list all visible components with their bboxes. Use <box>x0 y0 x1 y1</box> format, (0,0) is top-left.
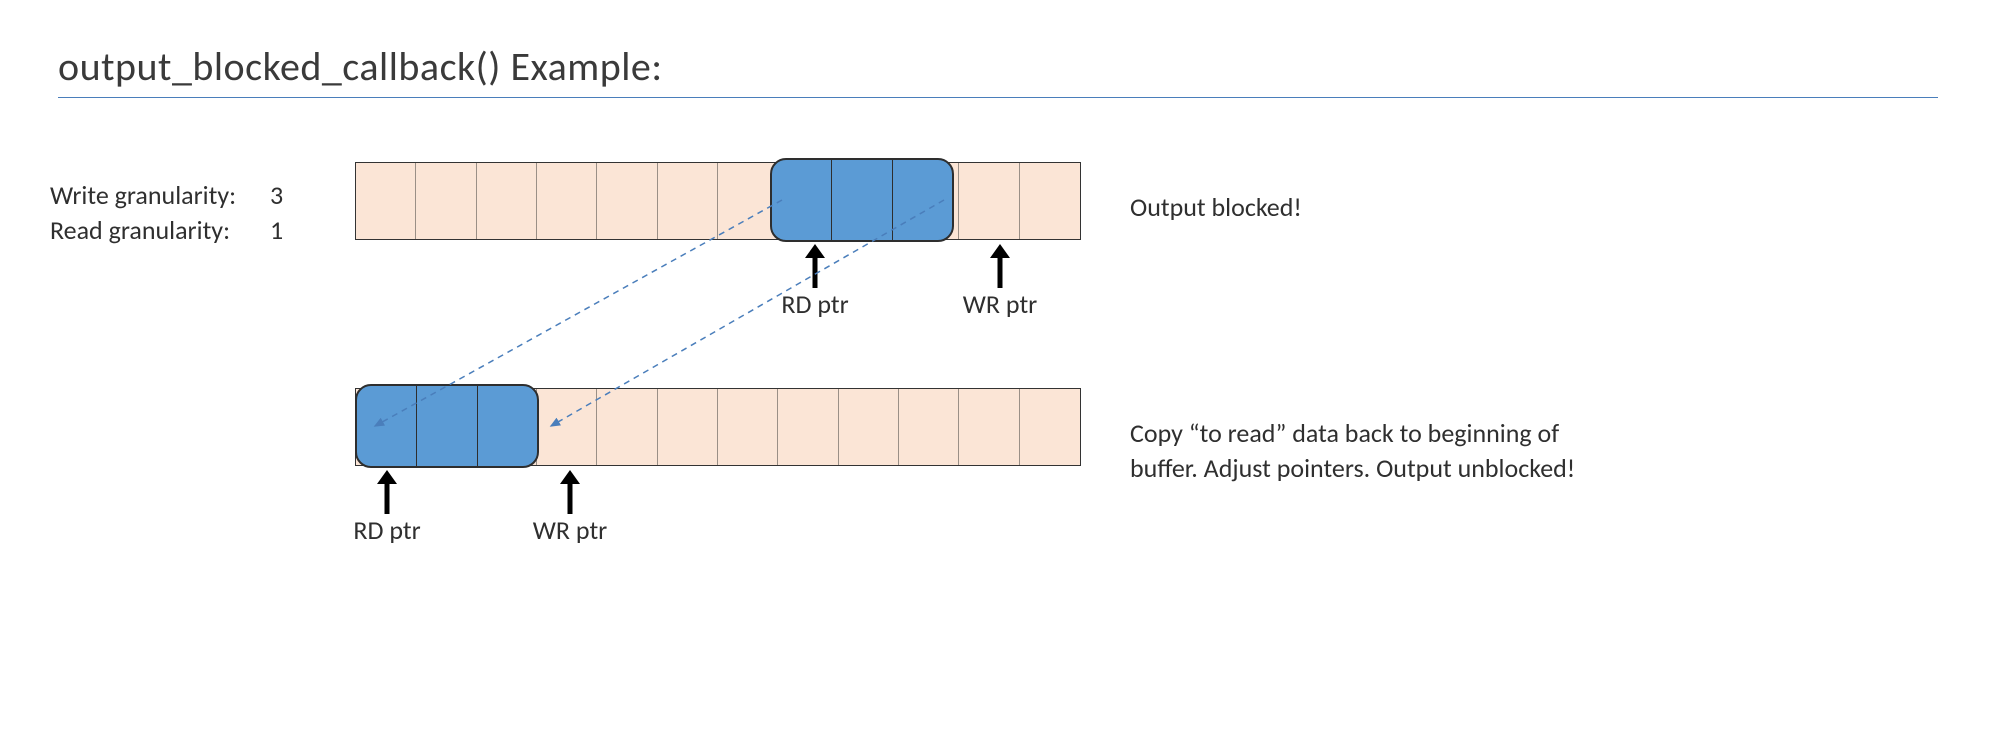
arrow-up-icon <box>372 470 402 514</box>
read-granularity-label: Read granularity: <box>50 213 270 248</box>
caption-unblocked: Copy “to read” data back to beginning of… <box>1130 416 1600 486</box>
data-cell <box>772 160 832 240</box>
granularity-block: Write granularity: 3 Read granularity: 1 <box>50 178 300 248</box>
data-block-after <box>355 384 539 468</box>
write-granularity-row: Write granularity: 3 <box>50 178 300 213</box>
buffer-cell <box>778 389 838 465</box>
wr-ptr-before-label: WR ptr <box>963 288 1037 320</box>
buffer-cell <box>658 163 718 239</box>
buffer-cell <box>839 389 899 465</box>
copy-arrows <box>0 0 2000 740</box>
wr-ptr-before: WR ptr <box>950 244 1050 320</box>
buffer-before <box>355 162 1081 240</box>
data-cell <box>832 160 892 240</box>
buffer-cell <box>718 389 778 465</box>
data-cell <box>478 386 537 466</box>
buffer-cell <box>959 389 1019 465</box>
buffer-cell <box>537 389 597 465</box>
diagram-title: output_blocked_callback() Example: <box>58 42 1938 98</box>
buffer-cell <box>477 163 537 239</box>
wr-ptr-after: WR ptr <box>520 470 620 546</box>
arrow-up-icon <box>555 470 585 514</box>
arrow-up-icon <box>985 244 1015 288</box>
data-cell <box>357 386 417 466</box>
buffer-cell <box>959 163 1019 239</box>
buffer-cell <box>1020 389 1080 465</box>
rd-ptr-after: RD ptr <box>342 470 432 546</box>
buffer-cell <box>597 389 657 465</box>
rd-ptr-before-label: RD ptr <box>781 288 848 320</box>
arrow-up-icon <box>800 244 830 288</box>
buffer-cell <box>416 163 476 239</box>
buffer-cell <box>356 163 416 239</box>
write-granularity-value: 3 <box>270 178 300 213</box>
data-cell <box>893 160 952 240</box>
buffer-cell <box>597 163 657 239</box>
wr-ptr-after-label: WR ptr <box>533 514 607 546</box>
rd-ptr-after-label: RD ptr <box>353 514 420 546</box>
write-granularity-label: Write granularity: <box>50 178 270 213</box>
buffer-cell <box>1020 163 1080 239</box>
data-block-before <box>770 158 954 242</box>
caption-blocked: Output blocked! <box>1130 190 1302 225</box>
buffer-cell <box>899 389 959 465</box>
read-granularity-row: Read granularity: 1 <box>50 213 300 248</box>
rd-ptr-before: RD ptr <box>770 244 860 320</box>
buffer-cell <box>537 163 597 239</box>
data-cell <box>417 386 477 466</box>
read-granularity-value: 1 <box>270 213 300 248</box>
buffer-cell <box>658 389 718 465</box>
